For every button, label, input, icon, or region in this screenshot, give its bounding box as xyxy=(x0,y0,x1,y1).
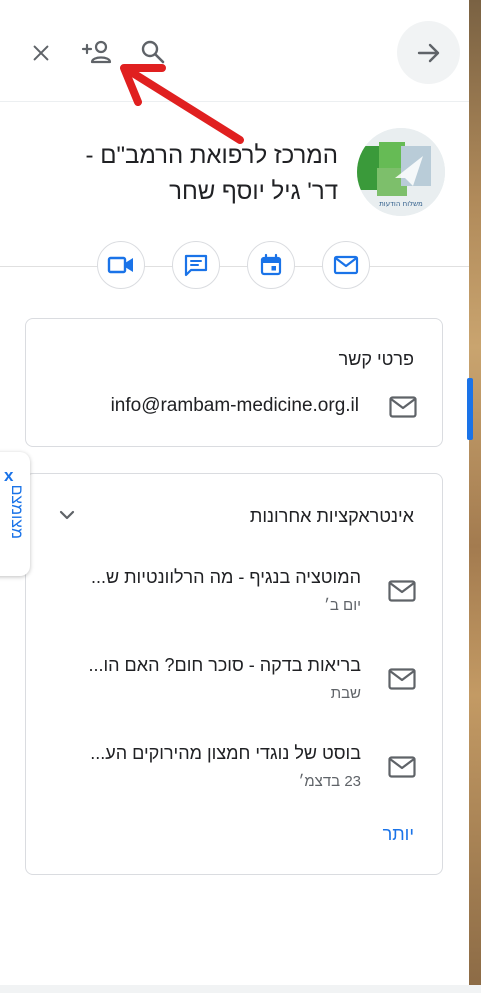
schedule-event-button[interactable] xyxy=(247,241,295,289)
bottom-edge xyxy=(0,985,481,993)
send-email-button[interactable] xyxy=(322,241,370,289)
side-tab-close[interactable]: x xyxy=(4,466,13,486)
contact-details-title: פרטי קשר xyxy=(338,349,414,369)
contact-details-card: פרטי קשר info@rambam-medicine.org.il xyxy=(25,318,443,447)
arrow-forward-icon xyxy=(417,43,439,62)
background-edge xyxy=(469,0,481,993)
video-icon xyxy=(107,256,133,274)
interaction-item[interactable]: בוסט של נוגדי חמצון מהירוקים הע... 23 בד… xyxy=(26,743,444,803)
interaction-subject: בריאות בדקה - סוכר חום? האם הו... xyxy=(88,655,361,675)
mail-icon xyxy=(388,668,416,690)
interaction-subject: המוטציה בנגיף - מה הרלוונטיות ש... xyxy=(90,567,361,587)
interaction-item[interactable]: המוטציה בנגיף - מה הרלוונטיות ש... יום ב… xyxy=(26,567,444,627)
scroll-indicator xyxy=(467,378,473,440)
interaction-date: יום ב׳ xyxy=(324,597,361,614)
annotation-arrow xyxy=(120,64,244,144)
back-button[interactable] xyxy=(397,21,460,84)
mail-icon xyxy=(389,396,417,418)
interaction-date: שבת xyxy=(330,685,361,702)
mail-icon xyxy=(333,255,359,275)
interaction-subject: בוסט של נוגדי חמצון מהירוקים הע... xyxy=(90,743,361,763)
close-icon xyxy=(33,45,49,61)
mail-icon xyxy=(388,580,416,602)
interaction-date: 23 בדצמ׳ xyxy=(298,773,361,790)
action-row-divider xyxy=(0,266,469,267)
contact-name-line2: דר' גיל יוסף שחר xyxy=(169,178,338,205)
collapse-interactions-button[interactable] xyxy=(56,504,80,528)
chevron-down-icon xyxy=(59,510,75,520)
chat-icon xyxy=(184,254,208,277)
interaction-item[interactable]: בריאות בדקה - סוכר חום? האם הו... שבת xyxy=(26,655,444,715)
more-link[interactable]: יותר xyxy=(383,824,414,845)
side-tab-label: מצומצם xyxy=(8,484,25,539)
calendar-icon xyxy=(260,253,282,276)
svg-text:משלוח הודעות: משלוח הודעות xyxy=(379,200,423,208)
avatar-logo-image: משלוח הודעות xyxy=(357,128,445,216)
contact-name: המרכז לרפואת הרמב"ם - דר' גיל יוסף שחר xyxy=(18,138,338,210)
recent-interactions-card: אינטראקציות אחרונות המוטציה בנגיף - מה ה… xyxy=(25,473,443,875)
avatar: משלוח הודעות xyxy=(357,128,445,216)
side-tab[interactable]: x מצומצם xyxy=(0,452,30,576)
chat-button[interactable] xyxy=(172,241,220,289)
video-call-button[interactable] xyxy=(97,241,145,289)
contact-email[interactable]: info@rambam-medicine.org.il xyxy=(111,395,359,417)
close-button[interactable] xyxy=(26,38,56,68)
recent-interactions-title: אינטראקציות אחרונות xyxy=(249,506,414,526)
person-add-icon xyxy=(81,40,112,64)
contact-panel: משלוח הודעות המרכז לרפואת הרמב"ם - דר' ג… xyxy=(0,0,469,993)
mail-icon xyxy=(388,756,416,778)
